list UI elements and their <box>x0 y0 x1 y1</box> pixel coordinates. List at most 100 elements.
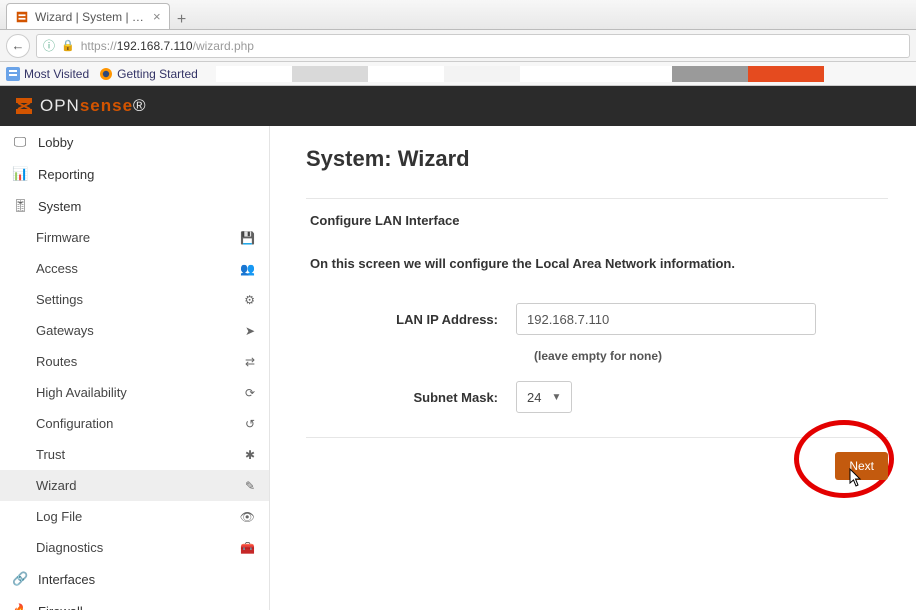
new-tab-button[interactable]: + <box>170 11 194 29</box>
nav-sub-label: Access <box>36 261 78 276</box>
nav-label: System <box>38 199 81 214</box>
nav-sub-label: High Availability <box>36 385 127 400</box>
fire-icon: 🔥 <box>12 603 28 610</box>
nav-system-diagnostics[interactable]: Diagnostics 🧰 <box>0 532 269 563</box>
nav-sub-label: Routes <box>36 354 77 369</box>
nav-system-high-availability[interactable]: High Availability ⟳ <box>0 377 269 408</box>
panel-description: On this screen we will configure the Loc… <box>306 256 888 271</box>
color-strip <box>216 66 824 82</box>
nav-firewall[interactable]: 🔥 Firewall <box>0 595 269 610</box>
sidebar: 🖵 Lobby 📊 Reporting 🎚 System Firmware💾 Acce… <box>0 126 270 610</box>
firefox-icon <box>99 67 113 81</box>
nav-sub-label: Diagnostics <box>36 540 103 555</box>
nav-label: Lobby <box>38 135 73 150</box>
browser-tab[interactable]: Wizard | System | OPNsen... × <box>6 3 170 29</box>
history-icon: ↺ <box>245 417 255 431</box>
tab-title: Wizard | System | OPNsen... <box>35 10 145 24</box>
nav-label: Reporting <box>38 167 94 182</box>
refresh-icon: ⟳ <box>245 386 255 400</box>
logo-mark-icon <box>14 96 34 116</box>
input-lan-ip[interactable] <box>516 303 816 335</box>
next-button[interactable]: Next <box>835 452 888 480</box>
logo-text: OPNsense® <box>40 96 147 116</box>
nav-system-settings[interactable]: Settings ⚙ <box>0 284 269 315</box>
panel-footer: Next <box>306 437 888 494</box>
nav-sub-label: Gateways <box>36 323 94 338</box>
nav-sub-label: Configuration <box>36 416 113 431</box>
seal-icon: ✱ <box>245 448 255 462</box>
colorstrip-segment <box>368 66 444 82</box>
logo-text-part1: OPN <box>40 96 80 115</box>
browser-toolbar: ← ⓘ 🔒 https://192.168.7.110/wizard.php <box>0 30 916 62</box>
page-title: System: Wizard <box>306 146 888 172</box>
wizard-panel: Configure LAN Interface On this screen w… <box>306 198 888 494</box>
nav-system[interactable]: 🎚 System <box>0 190 269 222</box>
bookmark-label: Most Visited <box>24 67 89 81</box>
hint-lan-ip: (leave empty for none) <box>534 349 888 363</box>
colorstrip-segment <box>292 66 368 82</box>
nav-sub-label: Log File <box>36 509 82 524</box>
nav-system-gateways[interactable]: Gateways ➤ <box>0 315 269 346</box>
chart-icon: 📊 <box>12 166 28 182</box>
sliders-icon: 🎚 <box>12 198 28 214</box>
url-bar[interactable]: ⓘ 🔒 https://192.168.7.110/wizard.php <box>36 34 910 58</box>
save-icon: 💾 <box>240 231 255 245</box>
tab-favicon <box>15 10 29 24</box>
app-header: OPNsense® <box>0 86 916 126</box>
users-icon: 👥 <box>240 262 255 276</box>
monitor-icon: 🖵 <box>12 134 28 150</box>
label-lan-ip: LAN IP Address: <box>306 312 516 327</box>
routes-icon: ⇄ <box>245 355 255 369</box>
nav-reporting[interactable]: 📊 Reporting <box>0 158 269 190</box>
most-visited-icon <box>6 67 20 81</box>
nav-sub-label: Wizard <box>36 478 76 493</box>
browser-tab-bar: Wizard | System | OPNsen... × + <box>0 0 916 30</box>
nav-label: Interfaces <box>38 572 95 587</box>
nav-system-routes[interactable]: Routes ⇄ <box>0 346 269 377</box>
nav-sub-label: Trust <box>36 447 65 462</box>
select-subnet-value: 24 <box>527 390 541 405</box>
nav-system-firmware[interactable]: Firmware💾 <box>0 222 269 253</box>
nav-system-trust[interactable]: Trust ✱ <box>0 439 269 470</box>
colorstrip-segment <box>672 66 748 82</box>
colorstrip-segment <box>444 66 520 82</box>
label-subnet: Subnet Mask: <box>306 390 516 405</box>
back-button[interactable]: ← <box>6 34 30 58</box>
nav-system-wizard[interactable]: Wizard ✎ <box>0 470 269 501</box>
cogs-icon: ⚙ <box>244 293 255 307</box>
caret-down-icon: ▼ <box>551 392 561 403</box>
nav-label: Firewall <box>38 604 83 610</box>
colorstrip-segment <box>748 66 824 82</box>
medkit-icon: 🧰 <box>240 541 255 555</box>
bookmark-getting-started[interactable]: Getting Started <box>99 67 198 81</box>
content-area: System: Wizard Configure LAN Interface O… <box>270 126 916 610</box>
wand-icon: ✎ <box>245 479 255 493</box>
bookmark-label: Getting Started <box>117 67 198 81</box>
nav-sub-label: Settings <box>36 292 83 307</box>
nav-system-log-file[interactable]: Log File 👁 <box>0 501 269 532</box>
url-text: https://192.168.7.110/wizard.php <box>81 39 254 53</box>
nav-system-configuration[interactable]: Configuration ↺ <box>0 408 269 439</box>
lock-warning-icon: 🔒 <box>61 39 75 52</box>
url-host: 192.168.7.110 <box>117 39 193 53</box>
nav-interfaces[interactable]: 🔗 Interfaces <box>0 563 269 595</box>
location-icon: ➤ <box>245 324 255 338</box>
url-path: /wizard.php <box>193 39 254 53</box>
panel-heading: Configure LAN Interface <box>306 213 888 228</box>
bookmark-most-visited[interactable]: Most Visited <box>6 67 89 81</box>
row-lan-ip: LAN IP Address: <box>306 303 888 335</box>
row-subnet: Subnet Mask: 24 ▼ <box>306 381 888 413</box>
bookmark-bar: Most Visited Getting Started <box>0 62 916 86</box>
tab-close-icon[interactable]: × <box>153 9 161 24</box>
colorstrip-segment <box>596 66 672 82</box>
colorstrip-segment <box>216 66 292 82</box>
eye-icon: 👁 <box>240 510 255 524</box>
select-subnet[interactable]: 24 ▼ <box>516 381 572 413</box>
nav-lobby[interactable]: 🖵 Lobby <box>0 126 269 158</box>
colorstrip-segment <box>520 66 596 82</box>
logo[interactable]: OPNsense® <box>14 96 147 116</box>
network-icon: 🔗 <box>12 571 28 587</box>
nav-system-access[interactable]: Access 👥 <box>0 253 269 284</box>
logo-text-part2: sense <box>80 96 133 115</box>
info-icon[interactable]: ⓘ <box>43 37 55 54</box>
